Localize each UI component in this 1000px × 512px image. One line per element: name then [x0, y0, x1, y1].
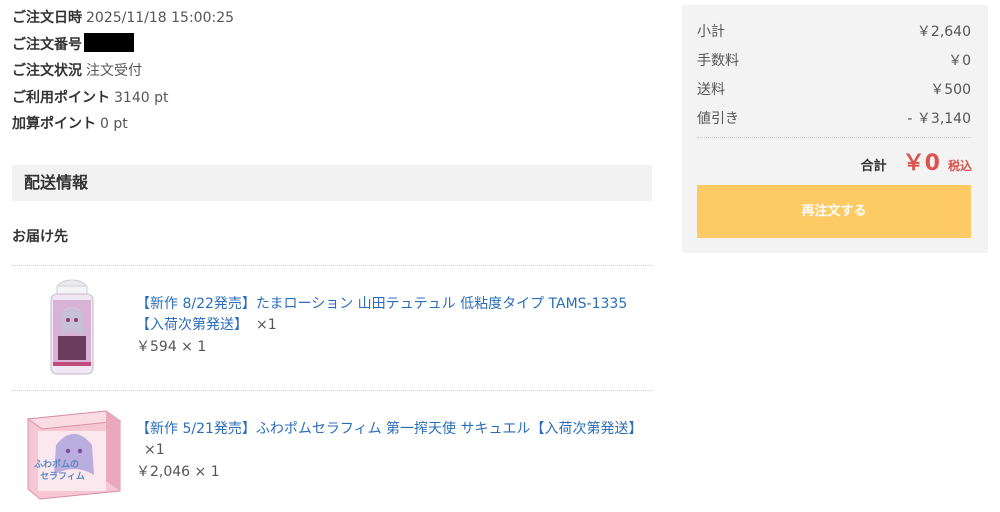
- item-name-link[interactable]: 【新作 8/22発売】たまローション 山田テュテュル 低粘度タイプ TAMS-1…: [136, 296, 627, 334]
- order-number-row: ご注文番号: [12, 32, 652, 59]
- points-added-label: 加算ポイント: [12, 116, 96, 132]
- item-text: 【新作 8/22発売】たまローション 山田テュテュル 低粘度タイプ TAMS-1…: [136, 294, 654, 359]
- order-number-redacted: [84, 33, 134, 52]
- list-item: ふわポムの セラフィム 【新作 5/21発売】ふわポムセラフィム 第一搾天使 サ…: [12, 391, 652, 512]
- points-used-row: ご利用ポイント 3140 pt: [12, 85, 652, 112]
- total-label: 合計: [860, 159, 887, 174]
- list-item: 【新作 8/22発売】たまローション 山田テュテュル 低粘度タイプ TAMS-1…: [12, 266, 652, 390]
- shipping-fee-label: 送料: [697, 82, 725, 98]
- total-row: 合計 ￥0 税込: [860, 145, 972, 176]
- reorder-button[interactable]: 再注文する: [697, 185, 971, 238]
- shipping-section-title: 配送情報: [12, 164, 652, 201]
- discount-value: - ￥3,140: [907, 111, 971, 127]
- product-box-image: ふわポムの セラフィム: [26, 409, 122, 500]
- item-qty: ×1: [144, 442, 165, 458]
- order-date-label: ご注文日時: [12, 10, 82, 26]
- summary-divider: [697, 137, 971, 138]
- points-added-value: 0 pt: [100, 116, 128, 132]
- product-image-onahole[interactable]: ふわポムの セラフィム: [12, 403, 132, 503]
- destination-label: お届け先: [12, 228, 68, 245]
- points-added-row: 加算ポイント 0 pt: [12, 111, 652, 138]
- shipping-fee-row: 送料 ￥500: [697, 79, 971, 99]
- order-date-value: 2025/11/18 15:00:25: [86, 10, 235, 26]
- order-summary-panel: 小計 ￥2,640 手数料 ￥0 送料 ￥500 値引き - ￥3,140 合計…: [682, 5, 988, 253]
- tax-included-label: 税込: [947, 159, 972, 173]
- item-qty: ×1: [256, 317, 277, 333]
- subtotal-label: 小計: [697, 24, 725, 40]
- order-status-row: ご注文状況 注文受付: [12, 58, 652, 85]
- discount-label: 値引き: [697, 111, 739, 127]
- fee-value: ￥0: [948, 53, 971, 69]
- shipping-fee-value: ￥500: [930, 82, 971, 98]
- box-logo-text-2: セラフィム: [40, 471, 85, 482]
- points-used-label: ご利用ポイント: [12, 89, 110, 106]
- order-date-row: ご注文日時 2025/11/18 15:00:25: [12, 5, 652, 32]
- subtotal-row: 小計 ￥2,640: [697, 21, 971, 41]
- item-price: ￥594 × 1: [136, 338, 207, 355]
- box-logo-text-1: ふわポムの: [34, 458, 79, 470]
- item-price: ￥2,046 × 1: [136, 463, 220, 480]
- subtotal-value: ￥2,640: [916, 24, 971, 40]
- total-value: ￥0: [902, 151, 940, 176]
- item-text: 【新作 5/21発売】ふわポムセラフィム 第一搾天使 サキュエル【入荷次第発送】…: [136, 419, 654, 484]
- points-used-value: 3140 pt: [114, 89, 169, 106]
- item-name-link[interactable]: 【新作 5/21発売】ふわポムセラフィム 第一搾天使 サキュエル【入荷次第発送】: [136, 421, 643, 437]
- lotion-bottle-image: [50, 279, 94, 374]
- order-detail: ご注文日時 2025/11/18 15:00:25 ご注文番号 ご注文状況 注文受付…: [12, 0, 652, 512]
- product-image-lotion[interactable]: [12, 278, 132, 378]
- discount-row: 値引き - ￥3,140: [697, 108, 971, 128]
- fee-label: 手数料: [697, 53, 739, 69]
- fee-row: 手数料 ￥0: [697, 50, 971, 70]
- order-status-label: ご注文状況: [12, 63, 82, 79]
- order-number-label: ご注文番号: [12, 36, 82, 53]
- order-status-value: 注文受付: [86, 63, 142, 79]
